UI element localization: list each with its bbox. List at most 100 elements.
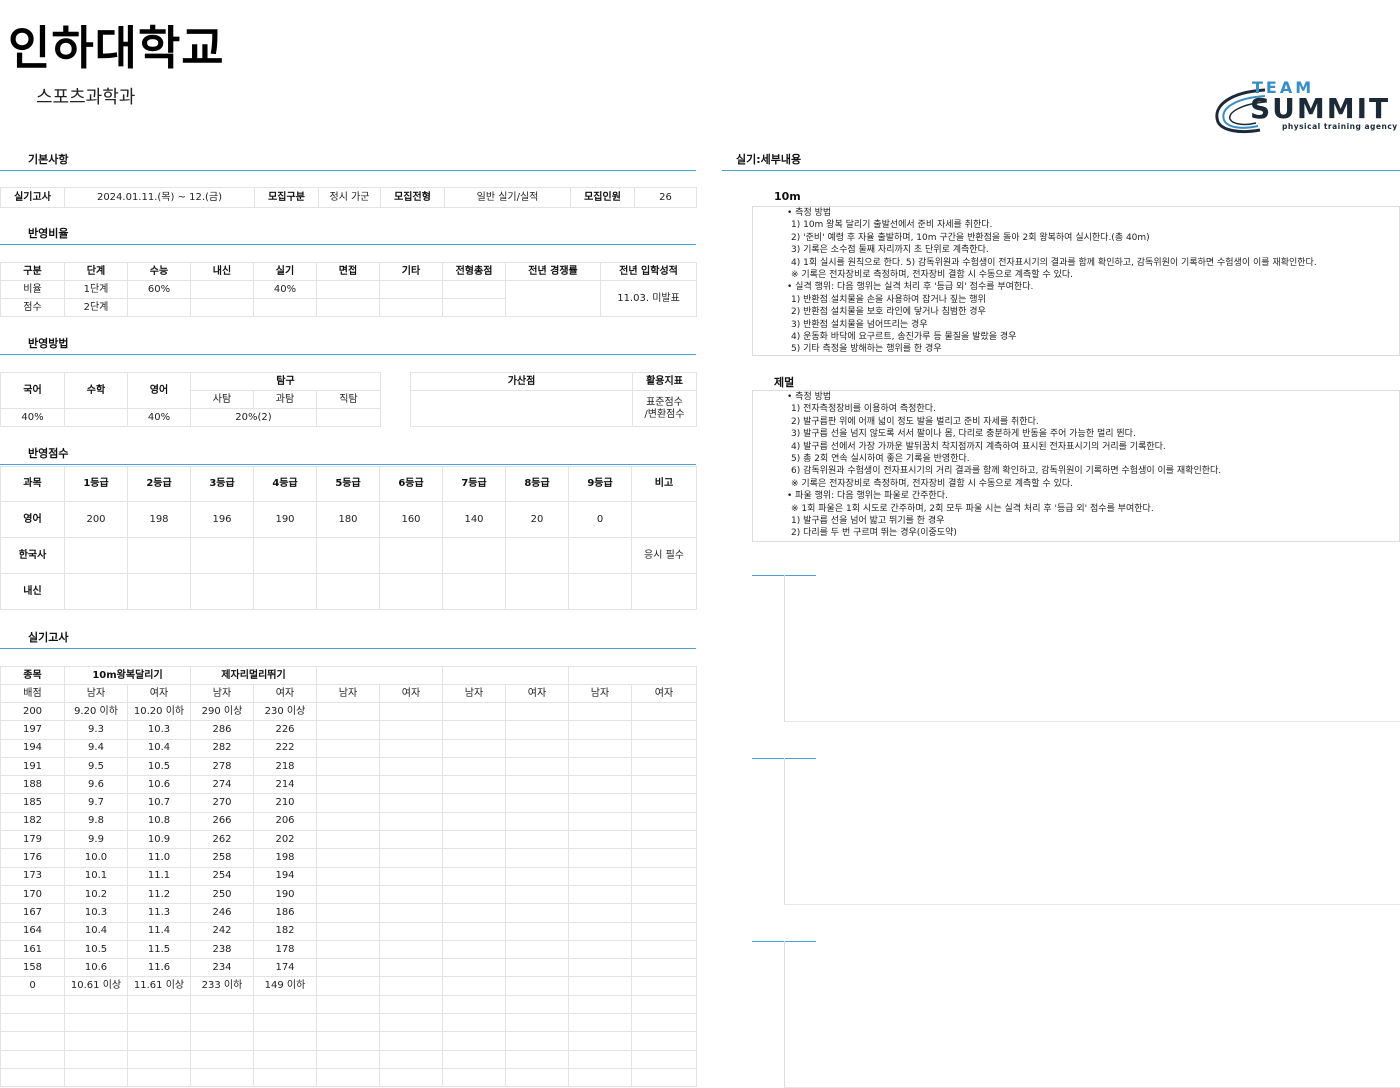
ratio-header: 전년 경쟁률 — [505, 262, 601, 281]
practical-cell — [442, 1049, 506, 1069]
practical-cell — [379, 775, 443, 795]
table-row: 170 10.2 11.2 250 190 — [0, 884, 697, 905]
score-cell — [442, 537, 506, 574]
table-row — [0, 1013, 697, 1033]
exam-label: 실기고사 — [0, 187, 65, 208]
practical-cell: 226 — [253, 720, 317, 740]
method-english: 영어 — [127, 372, 191, 409]
practical-cell: 10.0 — [64, 848, 128, 868]
ratio-cell — [442, 280, 506, 299]
practical-cell — [316, 738, 380, 758]
practical-female: 여자 — [505, 684, 569, 703]
ratio-cell — [190, 280, 254, 299]
score-row: 영어 200 198 196 190 180 160 140 20 0 — [0, 501, 697, 538]
practical-cell: 282 — [190, 738, 254, 758]
detail-line: • 측정 방법 — [787, 208, 832, 218]
practical-cell: 176 — [0, 848, 65, 868]
practical-cell: 290 이상 — [190, 701, 254, 722]
practical-cell: 10.4 — [127, 738, 191, 758]
practical-cell — [631, 793, 697, 813]
score-header: 3등급 — [190, 466, 254, 502]
prev-admission-score: 11.03. 미발표 — [600, 280, 697, 317]
practical-cell: 182 — [0, 811, 65, 832]
practical-cell — [568, 1049, 632, 1069]
practical-cell: 9.20 이하 — [64, 701, 128, 722]
practical-cell — [379, 756, 443, 777]
practical-cell: 161 — [0, 939, 65, 960]
score-cell: 200 — [64, 501, 128, 538]
practical-cell: 11.2 — [127, 884, 191, 905]
practical-female: 여자 — [631, 684, 697, 703]
detail-line: 1) 반환점 설치물을 손을 사용하여 잡거나 짚는 행위 — [791, 294, 986, 305]
section-divider — [0, 464, 696, 465]
detail-line: ※ 1회 파울은 1회 시도로 간주하며, 2회 모두 파울 시는 실격 처리 … — [791, 503, 1154, 514]
practical-cell — [442, 976, 506, 996]
score-cell: 196 — [190, 501, 254, 538]
score-cell — [190, 537, 254, 574]
practical-cell — [190, 1031, 254, 1051]
detail-box-empty — [784, 758, 1400, 905]
practical-cell: 170 — [0, 884, 65, 905]
practical-cell — [316, 848, 380, 868]
practical-cell — [631, 994, 697, 1015]
score-subject: 한국사 — [0, 537, 65, 574]
practical-cell: 210 — [253, 793, 317, 813]
ratio-cell — [316, 280, 380, 299]
practical-cell — [190, 994, 254, 1015]
practical-cell — [190, 1013, 254, 1033]
practical-cell — [379, 1049, 443, 1069]
practical-cell — [442, 1031, 506, 1051]
practical-cell — [568, 866, 632, 886]
ratio-cell: 40% — [253, 280, 317, 299]
ratio-cell — [379, 298, 443, 317]
table-row: 173 10.1 11.1 254 194 — [0, 866, 697, 886]
detail-line: 5) 기타 측정을 방해하는 행위를 한 경우 — [791, 344, 942, 355]
practical-cell — [127, 1049, 191, 1069]
table-row: 194 9.4 10.4 282 222 — [0, 738, 697, 758]
practical-cell — [316, 793, 380, 813]
score-cell — [253, 537, 317, 574]
practical-cell: 9.3 — [64, 720, 128, 740]
practical-cell — [127, 1067, 191, 1088]
score-cell — [316, 573, 380, 610]
practical-cell — [316, 756, 380, 777]
practical-cell — [64, 1031, 128, 1051]
practical-cell — [379, 939, 443, 960]
practical-cell — [505, 848, 569, 868]
practical-male: 남자 — [190, 684, 254, 703]
practical-gender-row: 배점 남자 여자 남자 여자 남자 여자 남자 여자 남자 여자 — [0, 684, 697, 703]
practical-cell: 11.5 — [127, 939, 191, 960]
practical-male: 남자 — [64, 684, 128, 703]
score-note — [631, 573, 697, 610]
practical-cell: 179 — [0, 830, 65, 850]
detail-line: 4) 1회 실시를 원칙으로 한다. 5) 감독위원과 수험생이 전자표시기의 … — [791, 257, 1317, 268]
score-cell: 0 — [568, 501, 632, 538]
practical-cell — [568, 976, 632, 996]
score-cell — [505, 537, 569, 574]
method-social: 사탐 — [190, 390, 254, 409]
score-header: 4등급 — [253, 466, 317, 502]
practical-cell — [316, 720, 380, 740]
score-cell — [568, 537, 632, 574]
practical-cell — [568, 720, 632, 740]
detail-line: 2) '준비' 예령 후 자율 출발하며, 10m 구간을 반환점을 돌아 2회… — [791, 232, 1150, 243]
practical-cell — [505, 958, 569, 978]
table-row: 176 10.0 11.0 258 198 — [0, 848, 697, 868]
practical-event-row: 종목 10m왕복달리기 제자리멀리뛰기 — [0, 666, 697, 685]
practical-cell — [379, 976, 443, 996]
ratio-cell — [190, 298, 254, 317]
practical-cell: 10.7 — [127, 793, 191, 813]
practical-cell — [568, 921, 632, 941]
score-cell: 20 — [505, 501, 569, 538]
practical-cell: 10.20 이하 — [127, 701, 191, 722]
practical-cell — [316, 884, 380, 905]
practical-cell — [568, 1031, 632, 1051]
section-title-score: 반영점수 — [28, 447, 69, 460]
practical-cell: 286 — [190, 720, 254, 740]
practical-cell: 218 — [253, 756, 317, 777]
practical-cell: 9.5 — [64, 756, 128, 777]
practical-cell — [505, 720, 569, 740]
table-row — [0, 1049, 697, 1069]
table-row: 167 10.3 11.3 246 186 — [0, 903, 697, 923]
table-row — [0, 994, 697, 1015]
